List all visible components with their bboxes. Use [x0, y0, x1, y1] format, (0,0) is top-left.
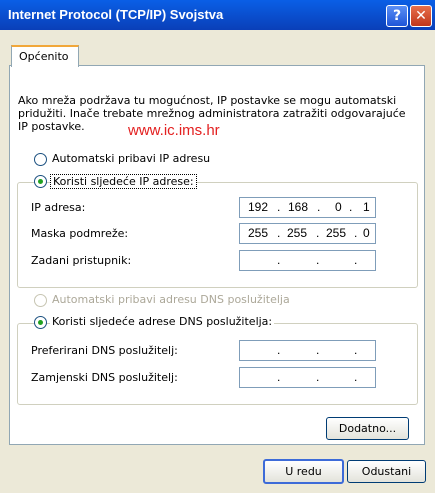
default-gateway-label: Zadani pristupnik: — [31, 254, 132, 267]
ip-dot-2: . — [317, 200, 321, 214]
gateway-dot-1: . — [277, 253, 281, 267]
ip-dot-1: . — [277, 200, 281, 214]
ok-button[interactable]: U redu — [263, 459, 344, 484]
ip-octet-2: 168 — [288, 200, 309, 214]
ip-octet-4: 1 — [363, 200, 370, 214]
pref-dot-3: . — [354, 343, 358, 357]
mask-octet-2: 255 — [287, 226, 308, 240]
manual-dns-label[interactable]: Koristi sljedeće adrese DNS poslužitelja… — [50, 315, 275, 328]
subnet-mask-field[interactable]: 255 . 255 . 255 . 0 — [239, 223, 376, 244]
pref-dot-1: . — [277, 343, 281, 357]
alt-dot-2: . — [316, 370, 320, 384]
tab-general-label: Općenito — [19, 50, 69, 63]
advanced-button[interactable]: Dodatno... — [326, 417, 409, 440]
ip-dot-3: . — [349, 200, 353, 214]
watermark-text: www.ic.ims.hr — [128, 122, 220, 139]
mask-dot-3: . — [354, 226, 358, 240]
alternate-dns-label: Zamjenski DNS poslužitelj: — [31, 371, 178, 384]
alternate-dns-field[interactable]: . . . — [239, 367, 376, 388]
auto-dns-label[interactable]: Automatski pribavi adresu DNS poslužitel… — [52, 293, 290, 306]
gateway-dot-2: . — [316, 253, 320, 267]
cancel-button[interactable]: Odustani — [347, 460, 426, 483]
mask-octet-4: 0 — [363, 226, 370, 240]
alt-dot-1: . — [277, 370, 281, 384]
dns-settings-group — [17, 323, 418, 405]
ip-address-field[interactable]: 192 . 168 . 0 . 1 — [239, 197, 376, 218]
close-button[interactable]: ✕ — [410, 5, 432, 27]
preferred-dns-label: Preferirani DNS poslužitelj: — [31, 344, 178, 357]
mask-octet-1: 255 — [248, 226, 269, 240]
manual-dns-radio[interactable] — [34, 316, 47, 329]
window-title: Internet Protocol (TCP/IP) Svojstva — [8, 7, 224, 22]
manual-ip-radio[interactable] — [34, 175, 47, 188]
alt-dot-3: . — [354, 370, 358, 384]
preferred-dns-field[interactable]: . . . — [239, 340, 376, 361]
gateway-dot-3: . — [354, 253, 358, 267]
manual-ip-label[interactable]: Koristi sljedeće IP adrese: — [50, 174, 197, 189]
auto-ip-label[interactable]: Automatski pribavi IP adresu — [52, 152, 210, 165]
default-gateway-field[interactable]: . . . — [239, 250, 376, 271]
subnet-mask-label: Maska podmreže: — [31, 227, 129, 240]
ip-address-label: IP adresa: — [31, 201, 86, 214]
title-bar[interactable]: Internet Protocol (TCP/IP) Svojstva ? ✕ — [0, 0, 435, 30]
mask-dot-1: . — [277, 226, 281, 240]
tab-panel-general: Ako mreža podržava tu mogućnost, IP post… — [9, 65, 425, 445]
ip-octet-1: 192 — [248, 200, 269, 214]
mask-dot-2: . — [316, 226, 320, 240]
help-button[interactable]: ? — [386, 5, 408, 27]
auto-dns-radio[interactable] — [34, 294, 47, 307]
auto-ip-radio[interactable] — [34, 153, 47, 166]
mask-octet-3: 255 — [326, 226, 347, 240]
tab-general[interactable]: Općenito — [11, 45, 79, 67]
pref-dot-2: . — [316, 343, 320, 357]
tcpip-properties-dialog: Internet Protocol (TCP/IP) Svojstva ? ✕ … — [0, 0, 435, 493]
ip-octet-3: 0 — [335, 200, 342, 214]
